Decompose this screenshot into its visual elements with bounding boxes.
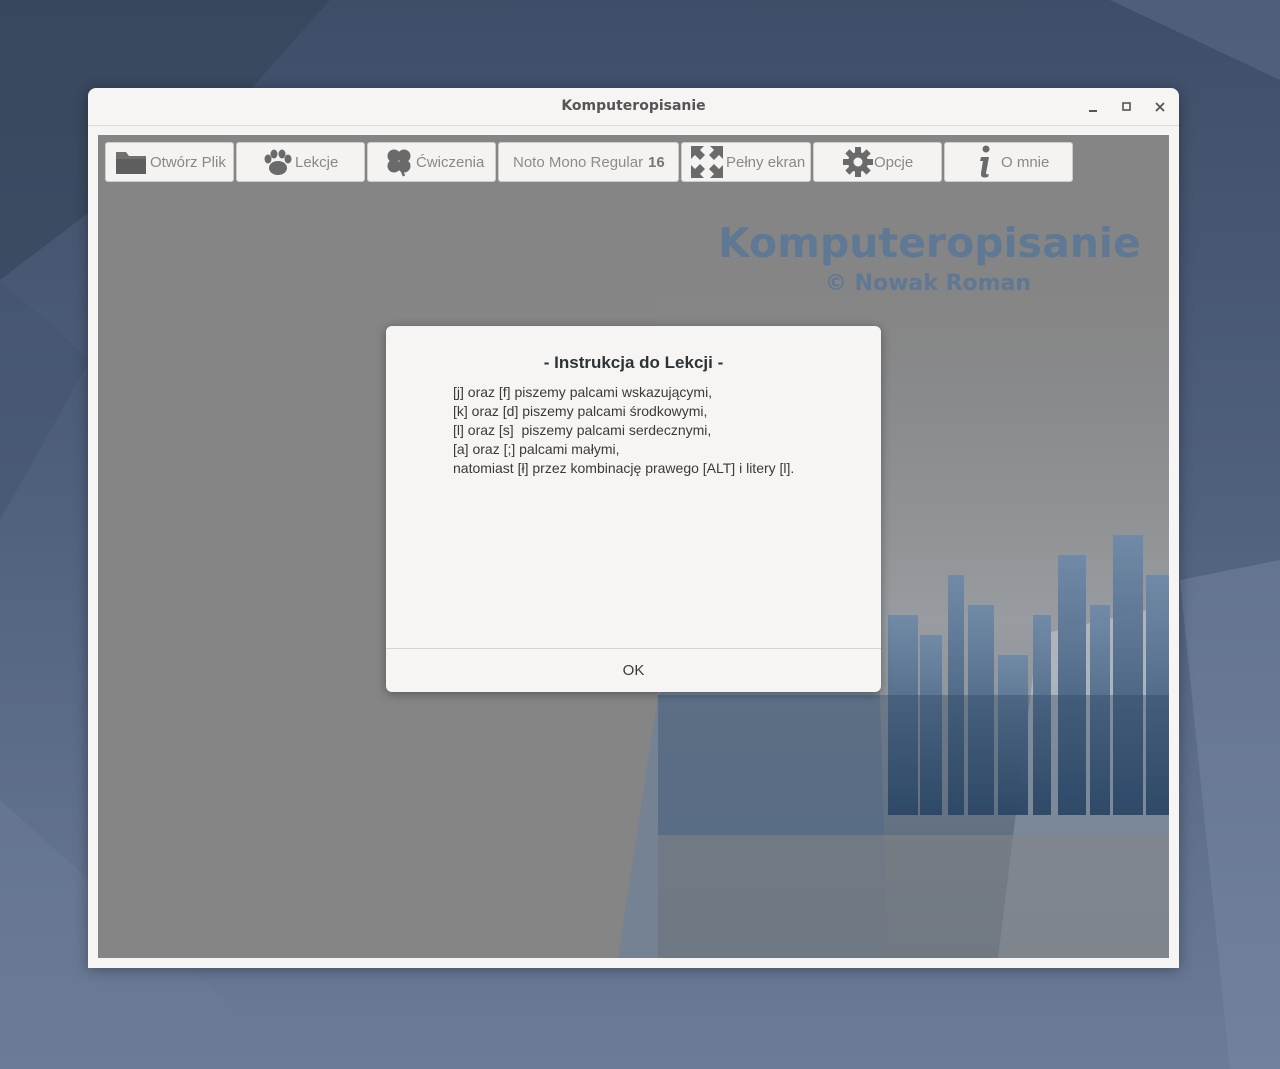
dialog-title: - Instrukcja do Lekcji - bbox=[543, 353, 724, 372]
open-file-button[interactable]: Otwórz Plik bbox=[105, 142, 234, 182]
instruction-line: [k] oraz [d] piszemy palcami środkowymi, bbox=[453, 403, 708, 419]
ok-button[interactable]: OK bbox=[386, 649, 881, 692]
brand-subtitle: © Nowak Roman bbox=[824, 271, 1032, 296]
font-size-label: 16 bbox=[648, 154, 665, 171]
options-label: Opcje bbox=[874, 153, 914, 171]
titlebar[interactable]: Komputeropisanie bbox=[88, 88, 1179, 126]
exercises-label: Ćwiczenia bbox=[416, 153, 485, 171]
font-name-label: Noto Mono Regular bbox=[513, 154, 644, 171]
gear-icon bbox=[843, 147, 873, 177]
instruction-line: [a] oraz [;] palcami małymi, bbox=[453, 441, 620, 457]
fullscreen-label: Pełny ekran bbox=[726, 153, 806, 171]
instruction-line: natomiast [ł] przez kombinację prawego [… bbox=[453, 460, 795, 476]
fullscreen-button[interactable]: Pełny ekran bbox=[681, 142, 811, 182]
exercises-button[interactable]: Ćwiczenia bbox=[367, 142, 496, 182]
folder-icon bbox=[116, 152, 146, 174]
options-button[interactable]: Opcje bbox=[813, 142, 942, 182]
info-icon bbox=[980, 145, 990, 178]
dialog-message: [j] oraz [f] piszemy palcami wskazującym… bbox=[453, 383, 873, 478]
fullscreen-icon bbox=[691, 146, 723, 178]
lessons-button[interactable]: Lekcje bbox=[236, 142, 365, 182]
instruction-line: [j] oraz [f] piszemy palcami wskazującym… bbox=[453, 384, 713, 400]
lessons-label: Lekcje bbox=[295, 153, 339, 171]
minimize-button[interactable] bbox=[1083, 96, 1105, 118]
about-label: O mnie bbox=[1001, 153, 1050, 171]
paw-icon bbox=[264, 149, 292, 175]
clover-icon bbox=[387, 149, 411, 177]
maximize-icon bbox=[1122, 102, 1131, 111]
close-icon bbox=[1155, 102, 1165, 112]
lesson-instructions-dialog: - Instrukcja do Lekcji - [j] oraz [f] pi… bbox=[386, 326, 881, 692]
about-button[interactable]: O mnie bbox=[944, 142, 1073, 182]
open-file-label: Otwórz Plik bbox=[150, 153, 226, 171]
font-picker-button[interactable]: Noto Mono Regular 16 bbox=[498, 142, 679, 182]
instruction-line: [l] oraz [s] piszemy palcami serdecznymi… bbox=[453, 422, 712, 438]
brand-title: Komputeropisanie bbox=[718, 219, 1141, 267]
maximize-button[interactable] bbox=[1116, 96, 1138, 118]
window-title: Komputeropisanie bbox=[561, 98, 706, 114]
minimize-icon bbox=[1089, 110, 1097, 112]
close-button[interactable] bbox=[1149, 96, 1171, 118]
